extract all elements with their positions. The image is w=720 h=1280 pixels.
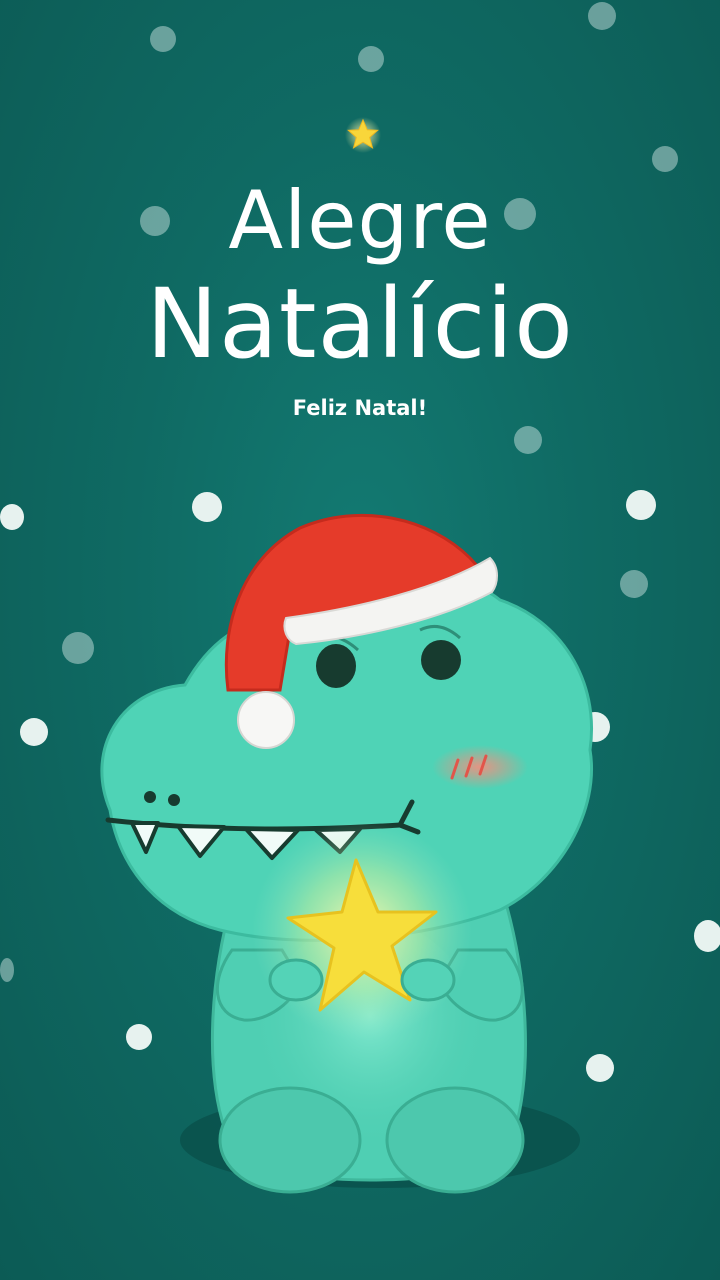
subtitle: Feliz Natal! [292,396,428,420]
dino-left-eye [316,644,356,688]
dino-nostril [168,794,180,806]
title-line-2: Natalício [146,268,574,380]
dinosaur-illustration [100,513,593,1194]
snowflake [150,26,176,52]
title-line-1: Alegre [228,174,492,267]
dino-right-foot [385,1086,525,1194]
dino-right-eye [421,640,461,680]
greeting-card: Alegre Natalício Feliz Natal! [0,0,720,1280]
dino-right-paw [400,958,456,1002]
snowflake [514,426,542,454]
snowflake [588,2,616,30]
santa-hat-pompom [237,691,295,749]
dino-left-paw [268,958,324,1002]
star-icon [344,116,382,154]
snowflake [652,146,678,172]
snowflake [358,46,384,72]
dino-nostril [144,791,156,803]
dino-left-foot [218,1086,362,1194]
dino-blush [432,745,528,789]
